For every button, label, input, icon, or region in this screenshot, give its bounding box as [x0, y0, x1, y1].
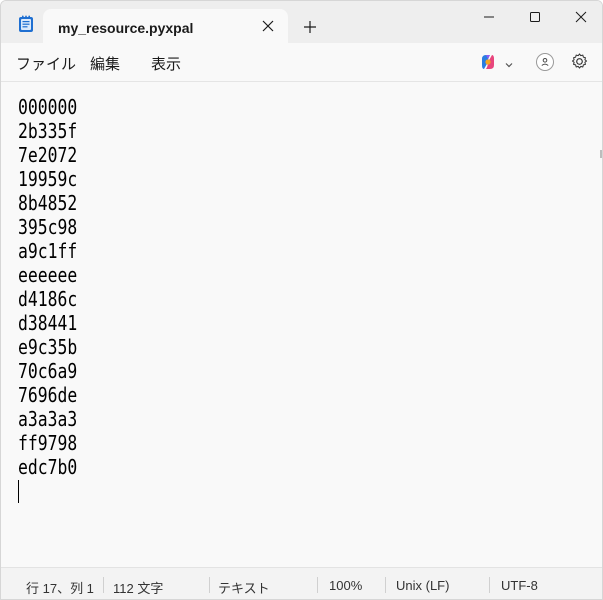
tab-my-resource[interactable]: my_resource.pyxpal: [43, 9, 288, 43]
maximize-icon: [530, 12, 540, 22]
text-line: 7e2072: [18, 143, 78, 167]
menu-bar: ファイル 編集 表示: [1, 43, 602, 82]
gear-icon[interactable]: [570, 52, 589, 71]
text-line: d4186c: [18, 287, 78, 311]
menu-file[interactable]: ファイル: [16, 53, 76, 74]
status-divider: [317, 577, 318, 593]
text-line: a3a3a3: [18, 407, 78, 431]
notepad-app-icon: [18, 15, 34, 33]
notepad-window: my_resource.pyxpal ファイル 編集 表示 000000 2b3…: [0, 0, 603, 600]
character-count: 112 文字: [113, 581, 164, 596]
text-line: eeeeee: [18, 263, 78, 287]
chevron-down-icon[interactable]: [504, 57, 514, 68]
status-divider: [489, 577, 490, 593]
text-line: e9c35b: [18, 335, 78, 359]
scrollbar[interactable]: [600, 150, 602, 158]
status-divider: [209, 577, 210, 593]
minimize-icon: [484, 16, 494, 18]
close-icon[interactable]: [261, 19, 275, 33]
text-caret: [18, 480, 19, 503]
avatar[interactable]: [536, 53, 554, 71]
text-line: 70c6a9: [18, 359, 78, 383]
title-bar[interactable]: my_resource.pyxpal: [1, 1, 602, 43]
copilot-icon[interactable]: [479, 53, 497, 71]
text-editor[interactable]: 000000 2b335f 7e2072 19959c 8b4852 395c9…: [1, 82, 602, 567]
cursor-position[interactable]: 行 17、列 1: [26, 578, 94, 597]
editor-text[interactable]: 000000 2b335f 7e2072 19959c 8b4852 395c9…: [18, 95, 77, 479]
maximize-button[interactable]: [512, 1, 558, 33]
text-line: 19959c: [18, 167, 78, 191]
close-window-icon: [575, 11, 587, 23]
text-line: 395c98: [18, 215, 78, 239]
text-line: d38441: [18, 311, 78, 335]
zoom-level[interactable]: 100%: [329, 578, 362, 593]
text-line: 7696de: [18, 383, 78, 407]
person-icon: [541, 58, 549, 66]
menu-view[interactable]: 表示: [151, 53, 181, 74]
text-line: ff9798: [18, 431, 78, 455]
line-ending[interactable]: Unix (LF): [396, 578, 449, 593]
status-bar: 行 17、列 1 112 文字 テキスト 100% Unix (LF) UTF-…: [1, 567, 602, 599]
text-line: 000000: [18, 95, 78, 119]
menu-edit[interactable]: 編集: [90, 53, 120, 74]
minimize-button[interactable]: [466, 1, 512, 33]
close-window-button[interactable]: [558, 1, 602, 33]
text-line: 2b335f: [18, 119, 78, 143]
encoding[interactable]: UTF-8: [501, 578, 538, 593]
text-line: a9c1ff: [18, 239, 78, 263]
status-divider: [385, 577, 386, 593]
tab-title: my_resource.pyxpal: [58, 20, 194, 36]
status-divider: [103, 577, 104, 593]
text-line: edc7b0: [18, 455, 78, 479]
text-line: 8b4852: [18, 191, 78, 215]
file-format[interactable]: テキスト: [218, 578, 270, 597]
new-tab-button[interactable]: [303, 20, 317, 34]
